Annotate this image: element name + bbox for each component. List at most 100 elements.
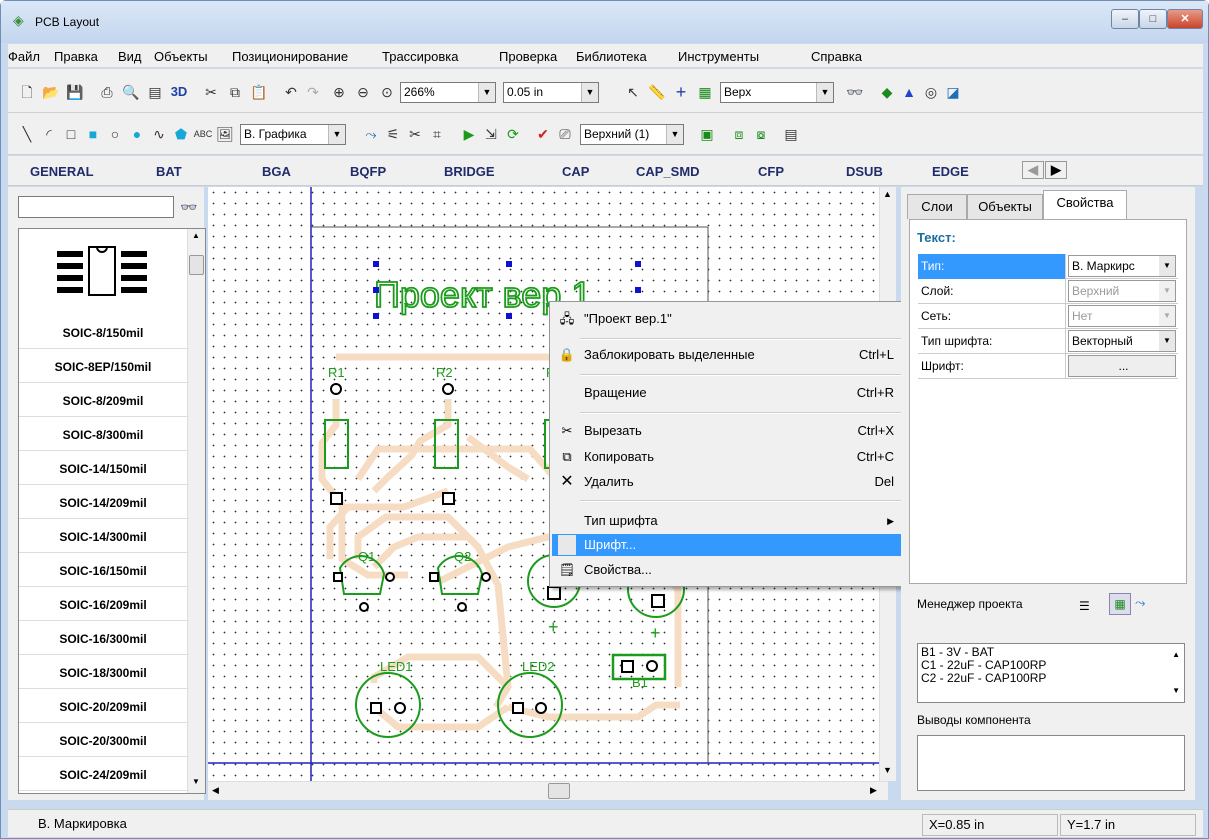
- ruler-icon[interactable]: 📏: [646, 81, 668, 103]
- crosshair-icon[interactable]: +: [670, 81, 692, 103]
- list-item[interactable]: SOIC-18/300mil: [19, 657, 187, 689]
- scroll-down-icon[interactable]: ▼: [192, 777, 200, 786]
- list-item[interactable]: SOIC-16/150mil: [19, 555, 187, 587]
- menu-view[interactable]: Вид: [118, 49, 142, 64]
- scroll-down-icon[interactable]: ▼: [1172, 684, 1180, 697]
- save-icon[interactable]: 💾: [64, 81, 86, 103]
- tab-scroll-left-icon[interactable]: ◀: [1022, 161, 1044, 179]
- menu-help[interactable]: Справка: [811, 49, 862, 64]
- board-icon[interactable]: ▣: [696, 123, 718, 145]
- copy-icon[interactable]: ⧉: [224, 81, 246, 103]
- tab-cap[interactable]: CAP: [562, 164, 589, 179]
- polygon-icon[interactable]: ⬟: [170, 123, 192, 145]
- drc-icon[interactable]: ✔: [532, 123, 554, 145]
- scroll-up-icon[interactable]: ▲: [1172, 648, 1180, 661]
- net-select[interactable]: Нет ▼: [1068, 305, 1176, 327]
- tab-dsub[interactable]: DSUB: [846, 164, 883, 179]
- scroll-up-icon[interactable]: ▲: [192, 231, 200, 240]
- tab-bat[interactable]: BAT: [156, 164, 182, 179]
- menu-tools[interactable]: Инструменты: [678, 49, 759, 64]
- menu-item-properties[interactable]: 🗒 Свойства...: [552, 559, 908, 581]
- list-item[interactable]: SOIC-14/150mil: [19, 453, 187, 485]
- layer-select[interactable]: Верх ▼: [720, 82, 834, 103]
- rectangle-icon[interactable]: □: [60, 123, 82, 145]
- list-item[interactable]: SOIC-8/209mil: [19, 385, 187, 417]
- tab-general[interactable]: GENERAL: [26, 164, 98, 179]
- interactive-route-icon[interactable]: ⚟: [382, 123, 404, 145]
- tab-layers[interactable]: Слои: [907, 194, 967, 219]
- zoom-fit-icon[interactable]: ⊙: [376, 81, 398, 103]
- filled-rectangle-icon[interactable]: ■: [82, 123, 104, 145]
- font-type-select[interactable]: Векторный ▼: [1068, 330, 1176, 352]
- pad-icon[interactable]: ◎: [920, 81, 942, 103]
- line-icon[interactable]: ╲: [16, 123, 38, 145]
- scroll-up-icon[interactable]: ▲: [883, 189, 892, 199]
- tab-edge[interactable]: EDGE: [932, 164, 969, 179]
- list-item[interactable]: SOIC-8EP/150mil: [19, 351, 187, 383]
- layer-prop-select[interactable]: Верхний ▼: [1068, 280, 1176, 302]
- binoculars-icon[interactable]: 👓: [180, 199, 197, 216]
- preview-icon[interactable]: 🔍: [120, 81, 142, 103]
- menu-objects[interactable]: Объекты: [154, 49, 208, 64]
- route-icon[interactable]: ▲: [898, 81, 920, 103]
- tab-bga[interactable]: BGA: [262, 164, 291, 179]
- component-icon[interactable]: ▦: [694, 81, 716, 103]
- scroll-thumb[interactable]: [189, 255, 204, 275]
- close-button[interactable]: ✕: [1167, 9, 1203, 29]
- list-icon[interactable]: ☰: [1079, 599, 1090, 613]
- maximize-button[interactable]: □: [1139, 9, 1167, 29]
- report-icon[interactable]: ▤: [780, 123, 802, 145]
- tab-cfp[interactable]: CFP: [758, 164, 784, 179]
- run-icon[interactable]: ▶: [458, 123, 480, 145]
- net-icon[interactable]: ⌗: [426, 123, 448, 145]
- image-icon[interactable]: 🖼: [214, 123, 236, 145]
- zoom-in-icon[interactable]: ⊕: [328, 81, 350, 103]
- document-icon[interactable]: ▤: [144, 81, 166, 103]
- list-item[interactable]: SOIC-20/209mil: [19, 691, 187, 723]
- list-item[interactable]: SOIC-8/150mil: [19, 317, 187, 349]
- scroll-left-icon[interactable]: ◀: [212, 785, 219, 796]
- menu-item-lock[interactable]: 🔒 Заблокировать выделенные Ctrl+L: [552, 344, 908, 366]
- library-search-input[interactable]: [18, 196, 174, 218]
- menu-file[interactable]: Файл: [8, 49, 40, 64]
- menu-item-delete[interactable]: ✕ Удалить Del: [552, 471, 908, 493]
- place-icon[interactable]: ⧈: [728, 123, 750, 145]
- list-item[interactable]: SOIC-14/209mil: [19, 487, 187, 519]
- list-item[interactable]: SOIC-16/300mil: [19, 623, 187, 655]
- menu-item-object-name[interactable]: 🖧 "Проект вер.1": [552, 308, 908, 330]
- tab-cap-smd[interactable]: CAP_SMD: [636, 164, 700, 179]
- pointer-icon[interactable]: ↖: [622, 81, 644, 103]
- tab-scroll-right-icon[interactable]: ▶: [1045, 161, 1067, 179]
- menu-item-font[interactable]: Шрифт...: [552, 534, 908, 556]
- track-icon[interactable]: ⤳: [360, 123, 382, 145]
- align-icon[interactable]: ⧇: [750, 123, 772, 145]
- print-icon[interactable]: ⎙: [96, 81, 118, 103]
- library-scrollbar[interactable]: ▲ ▼: [187, 229, 205, 793]
- open-icon[interactable]: 📂: [40, 81, 62, 103]
- filled-circle-icon[interactable]: ●: [126, 123, 148, 145]
- export-icon[interactable]: ⇲: [480, 123, 502, 145]
- list-item[interactable]: SOIC-24/209mil: [19, 759, 187, 791]
- tab-properties[interactable]: Свойства: [1043, 190, 1127, 219]
- undo-icon[interactable]: ↶: [280, 81, 302, 103]
- list-item[interactable]: C2 - 22uF - CAP100RP: [921, 672, 1181, 685]
- view-3d-button[interactable]: 3D: [168, 81, 190, 103]
- list-item[interactable]: SOIC-14/300mil: [19, 521, 187, 553]
- menu-positioning[interactable]: Позиционирование: [232, 49, 348, 64]
- grid-select[interactable]: 0.05 in ▼: [503, 82, 599, 103]
- circle-icon[interactable]: ○: [104, 123, 126, 145]
- tab-bqfp[interactable]: BQFP: [350, 164, 386, 179]
- tab-objects[interactable]: Объекты: [967, 194, 1043, 219]
- component-pins-list[interactable]: [917, 735, 1185, 791]
- menu-item-font-type[interactable]: Тип шрифта ▶: [552, 510, 908, 532]
- menu-edit[interactable]: Правка: [54, 49, 98, 64]
- menu-routing[interactable]: Трассировка: [382, 49, 459, 64]
- erc-icon[interactable]: ⎚: [554, 123, 576, 145]
- menu-item-rotate[interactable]: Вращение Ctrl+R: [552, 382, 908, 404]
- menu-library[interactable]: Библиотека: [576, 49, 647, 64]
- binoculars-icon[interactable]: 👓: [844, 81, 866, 103]
- split-icon[interactable]: ✂: [404, 123, 426, 145]
- component-icon[interactable]: ▦: [1109, 593, 1131, 615]
- paste-icon[interactable]: 📋: [248, 81, 270, 103]
- arc-icon[interactable]: ◜: [38, 123, 60, 145]
